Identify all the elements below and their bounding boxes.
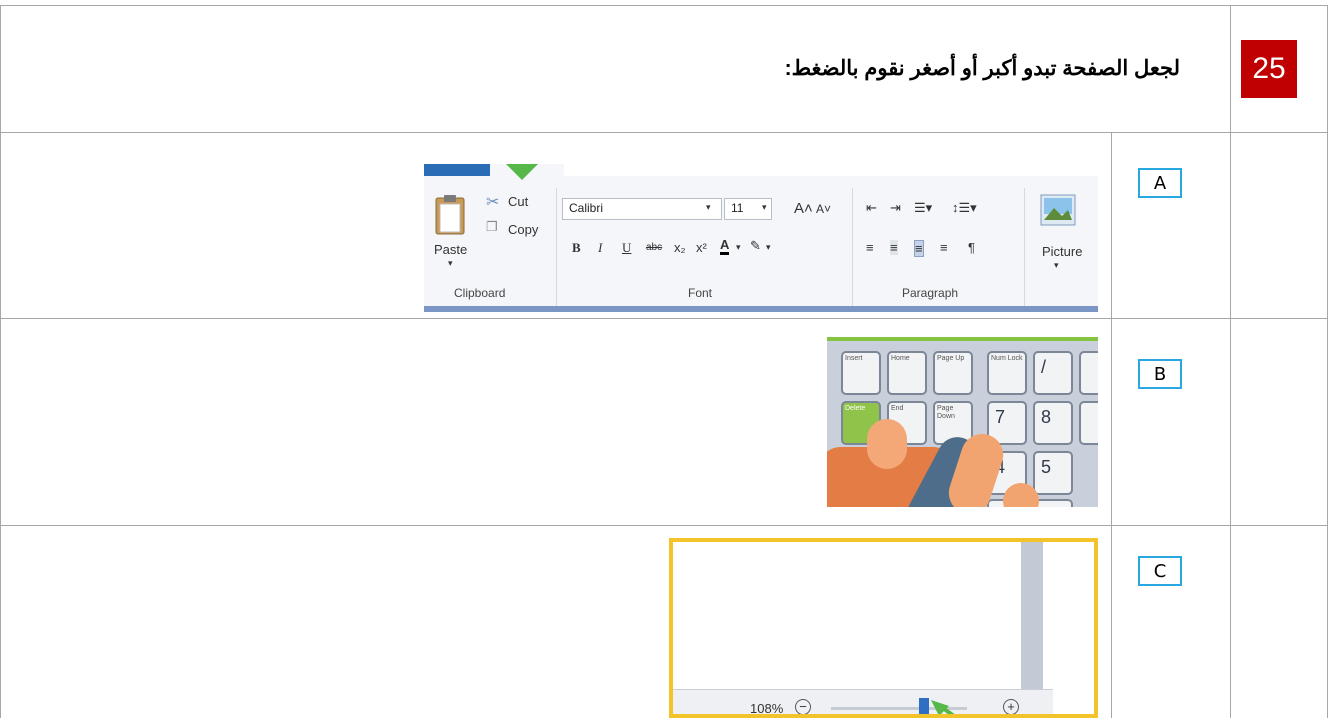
font-size-dropdown-icon: ▾ [762,202,767,212]
underline-icon[interactable]: U [622,240,631,256]
zoom-percent: 108% [750,701,784,716]
ribbon-active-tab [424,164,490,176]
finger-icon [867,419,907,469]
option-c-zoom-image[interactable]: 108% − + [669,538,1098,718]
key-num-lock: Num Lock [987,351,1027,395]
shrink-font-icon[interactable]: A˅ [816,202,831,216]
option-a-ribbon-image[interactable]: Paste ▾ ✂ Cut ❐ Copy Clipboard Calibri ▾… [424,164,1098,312]
key-home: Home [887,351,927,395]
decrease-indent-icon[interactable]: ⇤ [866,200,877,216]
picture-button[interactable]: Picture [1042,244,1082,259]
paste-dropdown-icon: ▾ [448,258,453,268]
font-name-dropdown-icon: ▾ [706,202,711,212]
key-5: 5 [1033,451,1073,495]
grow-font-icon[interactable]: A˄ [794,200,813,217]
group-font: Font [688,286,713,300]
key-page-up: Page Up [933,351,973,395]
font-color-dropdown-icon: ▾ [736,242,741,252]
subscript-icon[interactable]: x₂ [674,240,686,255]
scissors-icon: ✂ [486,194,500,211]
green-arrow-icon [506,164,538,180]
font-color-icon[interactable]: A [720,238,730,255]
cut-button[interactable]: Cut [508,194,528,209]
option-c-label[interactable]: C [1138,556,1182,586]
green-arrow-icon [931,700,955,714]
scrollbar [1021,542,1043,690]
highlight-dropdown-icon: ▾ [766,242,771,252]
align-center-icon[interactable]: ≡ [890,240,898,255]
superscript-icon[interactable]: x² [696,240,707,255]
question-number: 25 [1241,40,1297,98]
justify-icon[interactable]: ≡ [940,240,948,255]
option-b-keyboard-image[interactable]: Insert Home Page Up Num Lock / Delete En… [827,337,1098,507]
picture-icon [1040,194,1076,226]
align-left-icon[interactable]: ≡ [866,240,874,255]
key-2: 2 [1033,499,1073,507]
highlight-pen-icon[interactable]: ✎ [750,238,761,254]
copy-button[interactable]: Copy [508,222,538,237]
font-name-box[interactable]: Calibri [562,198,722,220]
group-paragraph: Paragraph [902,286,959,300]
zoom-out-icon[interactable]: − [795,699,811,714]
bullets-icon[interactable]: ☰▾ [914,200,932,216]
strikethrough-icon[interactable]: abc [646,242,662,253]
option-b-label[interactable]: B [1138,359,1182,389]
question-text: لجعل الصفحة تبدو أكبر أو أصغر نقوم بالضغ… [784,57,1180,80]
italic-icon[interactable]: I [598,240,602,256]
group-clipboard: Clipboard [454,286,506,300]
line-spacing-icon[interactable]: ↕☰▾ [952,200,977,216]
copy-icon: ❐ [486,219,498,234]
option-a-label[interactable]: A [1138,168,1182,198]
key-8: 8 [1033,401,1073,445]
key-insert: Insert [841,351,881,395]
align-right-icon[interactable]: ≡ [914,240,924,257]
paste-label: Paste [434,242,468,257]
paragraph-direction-icon[interactable]: ¶ [968,240,975,255]
question-table [0,0,1328,718]
picture-dropdown-icon: ▾ [1054,260,1059,270]
bold-icon[interactable]: B [572,240,581,256]
key-slash: / [1033,351,1073,395]
increase-indent-icon[interactable]: ⇥ [890,200,901,216]
clipboard-icon [435,195,465,235]
